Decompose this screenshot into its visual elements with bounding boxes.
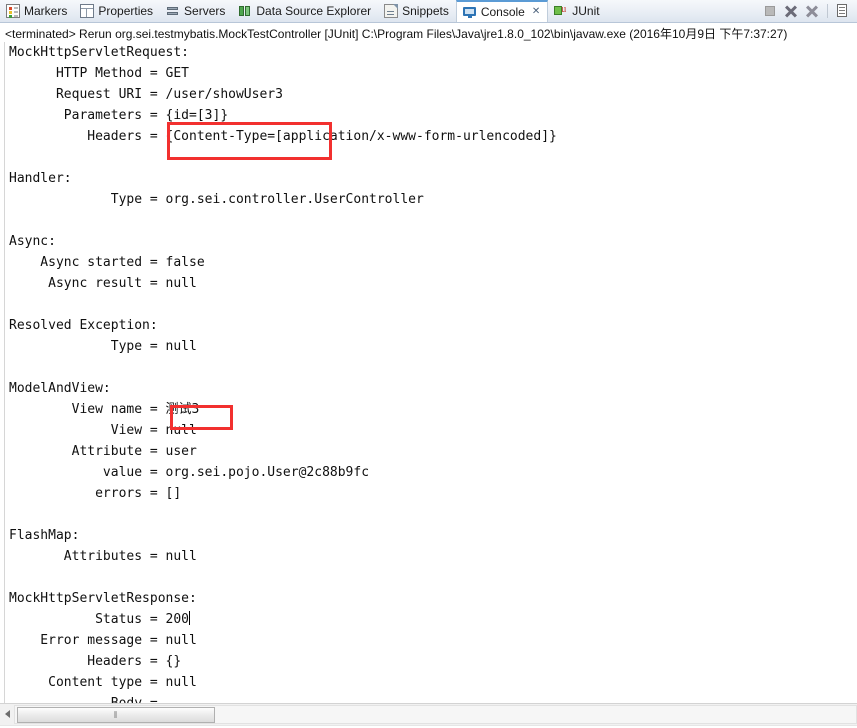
console-line: errors = []: [9, 486, 182, 501]
console-line: Body =: [9, 693, 557, 703]
console-line: Async result = null: [9, 276, 197, 291]
tab-snippets[interactable]: Snippets: [378, 0, 456, 22]
tab-properties-label: Properties: [98, 4, 154, 18]
console-text[interactable]: MockHttpServletRequest: HTTP Method = GE…: [9, 42, 557, 703]
tab-bar-spacer: [607, 0, 762, 22]
tab-properties[interactable]: Properties: [74, 0, 160, 22]
console-line: FlashMap:: [9, 528, 80, 543]
eclipse-console-view: Markers Properties Servers Data Source E…: [0, 0, 857, 728]
scrollbar-grip-icon: ⦀: [113, 709, 119, 720]
properties-icon: [80, 4, 95, 18]
close-icon[interactable]: ✕: [532, 7, 540, 17]
scroll-left-arrow-icon[interactable]: [1, 707, 13, 721]
console-line: Handler:: [9, 171, 72, 186]
console-line: Content type = null: [9, 675, 197, 690]
tab-console[interactable]: Console ✕: [455, 0, 549, 22]
snippets-icon: [384, 4, 399, 18]
console-line: Resolved Exception:: [9, 318, 158, 333]
text-caret: [189, 611, 191, 625]
console-line: Attributes = null: [9, 549, 197, 564]
console-line: HTTP Method = GET: [9, 66, 190, 81]
markers-icon: [6, 4, 20, 18]
console-line: Headers = {}: [9, 654, 182, 669]
tab-markers-label: Markers: [24, 4, 68, 18]
data-source-explorer-icon: [238, 4, 252, 18]
console-line: Request URI = /user/showUser3: [9, 87, 283, 102]
remove-launch-button[interactable]: [783, 3, 799, 19]
console-line: Error message = null: [9, 633, 197, 648]
console-gutter: [0, 42, 5, 703]
tab-junit-label: JUnit: [572, 4, 600, 18]
display-selected-console-button[interactable]: [835, 3, 851, 19]
console-line: View name = 测试3: [9, 402, 200, 417]
terminate-button[interactable]: [762, 3, 778, 19]
console-line: View = null: [9, 423, 197, 438]
horizontal-scrollbar[interactable]: ⦀: [0, 703, 857, 725]
tab-junit[interactable]: JUnit: [548, 0, 606, 22]
tab-servers-label: Servers: [184, 4, 226, 18]
console-line: Parameters = {id=[3]}: [9, 108, 229, 123]
console-icon: [462, 5, 477, 19]
console-line: Async:: [9, 234, 56, 249]
toolbar-separator: [827, 4, 828, 18]
tab-console-label: Console: [480, 5, 525, 19]
scrollbar-thumb[interactable]: ⦀: [17, 707, 215, 723]
console-line: Attribute = user: [9, 444, 197, 459]
junit-icon: [554, 3, 568, 18]
tab-data-source-explorer[interactable]: Data Source Explorer: [232, 0, 378, 22]
console-line: MockHttpServletRequest:: [9, 45, 190, 60]
console-output-area[interactable]: MockHttpServletRequest: HTTP Method = GE…: [0, 42, 857, 703]
tab-servers[interactable]: Servers: [160, 0, 232, 22]
console-line: Type = org.sei.controller.UserController: [9, 192, 424, 207]
console-line: value = org.sei.pojo.User@2c88b9fc: [9, 465, 370, 480]
console-toolbar: [762, 0, 857, 22]
tab-snippets-label: Snippets: [402, 4, 449, 18]
tab-data-source-explorer-label: Data Source Explorer: [256, 4, 372, 18]
servers-icon: [166, 4, 180, 18]
tab-markers[interactable]: Markers: [0, 0, 74, 22]
console-line: Headers = {Content-Type=[application/x-w…: [9, 129, 557, 144]
console-line: Async started = false: [9, 255, 205, 270]
console-line: MockHttpServletResponse:: [9, 591, 197, 606]
view-tab-bar: Markers Properties Servers Data Source E…: [0, 0, 857, 23]
console-line: Status = 200: [9, 611, 191, 627]
console-line: ModelAndView:: [9, 381, 111, 396]
console-line: Type = null: [9, 339, 197, 354]
launch-description: <terminated> Rerun org.sei.testmybatis.M…: [0, 23, 857, 42]
remove-all-terminated-button[interactable]: [804, 3, 820, 19]
